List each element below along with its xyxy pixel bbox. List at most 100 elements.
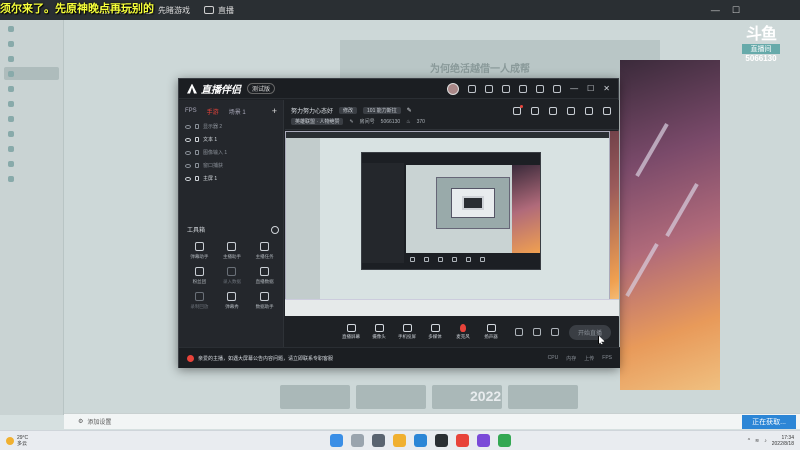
lock-icon[interactable] [195, 150, 199, 155]
app-icon[interactable] [498, 434, 511, 447]
tab-scene-1[interactable]: 场景 1 [229, 107, 246, 116]
edge-icon[interactable] [414, 434, 427, 447]
control-media[interactable]: 多媒体 [421, 324, 449, 340]
sidebar-item[interactable] [4, 142, 59, 155]
sidebar-item[interactable] [4, 37, 59, 50]
source-item[interactable]: 图像输入 1 [179, 146, 283, 159]
version-badge[interactable]: 测试版 [247, 83, 276, 94]
more-icon[interactable] [271, 225, 279, 234]
sidebar-item[interactable] [4, 157, 59, 170]
sidebar-item[interactable] [4, 172, 59, 185]
fetching-button[interactable]: 正在获取... [742, 414, 796, 429]
app-icon[interactable] [477, 434, 490, 447]
eye-icon[interactable] [185, 163, 191, 168]
room-category[interactable]: 英雄联盟 · 人物绝赞 [291, 118, 344, 125]
minimize-icon[interactable]: — [711, 5, 720, 16]
lock-icon[interactable] [195, 163, 199, 168]
status-message[interactable]: 亲爱的主播，如遇大屏幕公告内容问题，请立即联系专职客服 [198, 355, 333, 362]
tab-live[interactable]: 直播 [204, 5, 234, 16]
eye-icon[interactable] [185, 137, 191, 142]
thumbnail[interactable] [280, 385, 350, 409]
gear-icon[interactable] [550, 328, 559, 336]
screen-share-icon [346, 324, 356, 332]
weather-widget[interactable]: 29°C 多云 [6, 435, 28, 447]
live-companion-taskbar-icon[interactable] [435, 434, 448, 447]
tool-item[interactable]: 弹幕秀 [216, 292, 249, 310]
menu-icon[interactable] [553, 84, 562, 93]
mail-icon[interactable] [519, 84, 528, 93]
pencil-icon[interactable]: ✎ [349, 119, 353, 125]
record-icon[interactable] [514, 328, 523, 336]
source-item[interactable]: 主屏 1 [179, 172, 283, 185]
tool-item[interactable]: 数据助手 [248, 292, 281, 310]
skin-icon[interactable] [536, 84, 545, 93]
thumbnail[interactable] [508, 385, 578, 409]
avatar[interactable] [447, 82, 460, 95]
stream-preview[interactable] [285, 131, 619, 316]
source-item[interactable]: 显示器 2 [179, 120, 283, 133]
share-icon[interactable] [585, 107, 593, 115]
tool-item[interactable]: 主播任务 [248, 242, 281, 260]
nested-artwork [512, 165, 540, 253]
bell-icon[interactable] [567, 107, 575, 115]
tool-item[interactable]: 录入数据 [216, 267, 249, 285]
chart-icon[interactable] [531, 107, 539, 115]
minimize-icon[interactable]: — [570, 84, 578, 93]
lock-icon[interactable] [195, 124, 199, 129]
eye-icon[interactable] [185, 150, 191, 155]
chevron-up-icon[interactable]: ^ [748, 438, 750, 444]
lock-icon[interactable] [195, 176, 199, 181]
task-view-icon[interactable] [372, 434, 385, 447]
lock-icon[interactable] [195, 137, 199, 142]
tab-fps[interactable]: FPS [185, 108, 197, 114]
clock[interactable]: 17:34 2022/8/18 [772, 435, 794, 447]
bag-icon[interactable] [549, 107, 557, 115]
source-item[interactable]: 窗口捕获 [179, 159, 283, 172]
room-tag[interactable]: 101 能力斯拉 [363, 107, 401, 114]
sidebar-item[interactable] [4, 112, 59, 125]
control-phone[interactable]: 手机投屏 [393, 324, 421, 340]
maximize-icon[interactable]: ☐ [732, 5, 740, 16]
add-settings-button[interactable]: ⚙ 添加设置 [78, 417, 111, 426]
eye-icon[interactable] [185, 124, 191, 129]
gift-icon[interactable] [502, 84, 511, 93]
sidebar-item[interactable] [4, 22, 59, 35]
edit-title-button[interactable]: 修改 [339, 107, 358, 114]
search-icon[interactable] [351, 434, 364, 447]
app-icon[interactable] [456, 434, 469, 447]
headset-icon[interactable] [468, 84, 477, 93]
volume-icon[interactable]: ♪ [764, 438, 767, 444]
speaker-icon [486, 324, 496, 332]
link-icon[interactable] [603, 107, 611, 115]
tool-item[interactable]: 弹幕助手 [183, 242, 216, 260]
control-mic[interactable]: 麦克风 [449, 324, 477, 340]
filter-icon[interactable] [532, 328, 541, 336]
sidebar-item[interactable] [4, 127, 59, 140]
gift-icon[interactable] [513, 105, 523, 115]
windows-start-icon[interactable] [330, 434, 343, 447]
wifi-icon[interactable]: ≋ [755, 438, 759, 444]
window-controls: — ☐ ✕ [447, 82, 610, 95]
thumbnail[interactable] [356, 385, 426, 409]
add-scene-icon[interactable]: + [272, 106, 277, 116]
sidebar-item[interactable] [4, 52, 59, 65]
sidebar-item[interactable] [4, 97, 59, 110]
maximize-icon[interactable]: ☐ [587, 84, 594, 93]
control-speaker[interactable]: 扬声器 [477, 324, 505, 340]
tool-item[interactable]: 主播助手 [216, 242, 249, 260]
tab-mobile-games[interactable]: 手游 [207, 107, 219, 116]
tool-item[interactable]: 录制回放 [183, 292, 216, 310]
source-item[interactable]: 文本 1 [179, 133, 283, 146]
sidebar-item[interactable] [4, 82, 59, 95]
sidebar-item-active[interactable] [4, 67, 59, 80]
control-screen-share[interactable]: 直播屏幕 [337, 324, 365, 340]
eye-icon[interactable] [185, 176, 191, 181]
tool-item[interactable]: 直播数据 [248, 267, 281, 285]
control-camera[interactable]: 摄像头 [365, 324, 393, 340]
refresh-icon[interactable] [485, 84, 494, 93]
file-explorer-icon[interactable] [393, 434, 406, 447]
close-icon[interactable]: ✕ [603, 84, 610, 93]
pencil-icon[interactable]: ✎ [407, 107, 412, 114]
tool-item[interactable]: 粉丝团 [183, 267, 216, 285]
go-live-button[interactable]: 开始直播 [568, 324, 611, 340]
